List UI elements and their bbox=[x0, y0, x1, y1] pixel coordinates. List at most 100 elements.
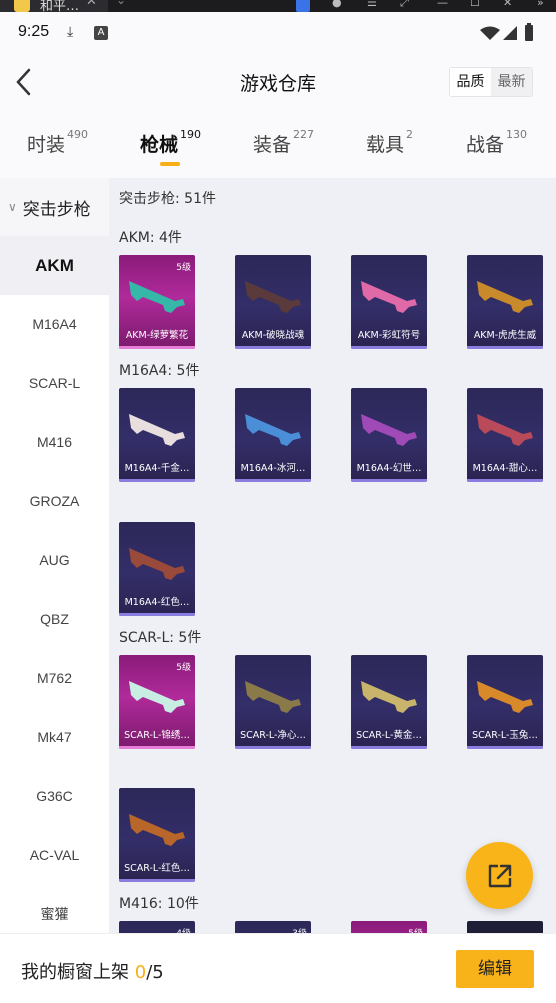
rarity-bar bbox=[119, 746, 195, 749]
group-title-m416: M416: 10件 bbox=[119, 896, 199, 912]
weapon-card[interactable]: M16A4-千金… bbox=[119, 388, 195, 482]
sidebar-item-mk47[interactable]: Mk47 bbox=[0, 708, 109, 767]
weapon-card[interactable]: 4级 bbox=[119, 921, 195, 933]
weapon-card[interactable]: SCAR-L-红色… bbox=[119, 788, 195, 882]
rifle-icon bbox=[129, 281, 185, 313]
chevron-down-icon[interactable]: ⌄ bbox=[116, 0, 126, 7]
sidebar-item-honey-badger[interactable]: 蜜獾 bbox=[0, 885, 109, 933]
rarity-bar bbox=[351, 346, 427, 349]
weapon-list: 突击步枪: 51件 AKM: 4件 5级 AKM-绿萝繁花 AKM-破晓战魂 A… bbox=[109, 178, 556, 933]
level-badge: 5级 bbox=[408, 926, 423, 933]
category-summary: 突击步枪: 51件 bbox=[119, 191, 216, 207]
sidebar-item-ac-val[interactable]: AC-VAL bbox=[0, 826, 109, 885]
weapon-name: M16A4-千金… bbox=[124, 463, 190, 474]
battery-icon bbox=[525, 23, 533, 41]
rifle-icon bbox=[361, 281, 417, 313]
weapon-name: AKM-破晓战魂 bbox=[241, 330, 305, 341]
weapon-card[interactable]: 3级 bbox=[235, 921, 311, 933]
showcase-total: /5 bbox=[146, 962, 164, 983]
weapon-card[interactable] bbox=[467, 921, 543, 933]
tab-label: 战备 bbox=[466, 134, 505, 156]
sort-toggle[interactable]: 品质 最新 bbox=[449, 67, 533, 97]
active-tab-indicator bbox=[160, 162, 180, 166]
share-button[interactable] bbox=[466, 842, 533, 909]
rarity-bar bbox=[235, 746, 311, 749]
bottom-bar: 我的橱窗上架 0/5 编辑 bbox=[0, 933, 556, 1003]
rarity-bar bbox=[467, 746, 543, 749]
tab-label: 装备 bbox=[253, 134, 292, 156]
weapon-card[interactable]: M16A4-甜心… bbox=[467, 388, 543, 482]
weapon-name: AKM-虎虎生威 bbox=[473, 330, 537, 341]
weapon-name: AKM-绿萝繁花 bbox=[125, 330, 189, 341]
tab-equipment[interactable]: 装备 227 bbox=[253, 128, 314, 157]
level-badge: 4级 bbox=[176, 926, 191, 933]
sidebar-item-akm[interactable]: AKM bbox=[0, 236, 109, 295]
weapon-card[interactable]: AKM-虎虎生威 bbox=[467, 255, 543, 349]
tab-count: 190 bbox=[180, 128, 202, 141]
sidebar-item-scar-l[interactable]: SCAR-L bbox=[0, 354, 109, 413]
weapon-card[interactable]: SCAR-L-玉兔… bbox=[467, 655, 543, 749]
sidebar-item-aug[interactable]: AUG bbox=[0, 531, 109, 590]
weapon-name: M16A4-红色… bbox=[124, 597, 190, 608]
signal-icon bbox=[503, 26, 517, 40]
rifle-icon bbox=[361, 414, 417, 446]
fullscreen-icon[interactable]: ⤢ bbox=[400, 0, 409, 10]
minimize-icon[interactable]: — bbox=[437, 0, 448, 9]
rifle-icon bbox=[129, 414, 185, 446]
sidebar-group-label: 突击步枪 bbox=[22, 199, 91, 220]
rarity-bar bbox=[235, 479, 311, 482]
weapon-name: AKM-彩虹符号 bbox=[357, 330, 421, 341]
weapon-name: SCAR-L-玉兔… bbox=[472, 730, 538, 741]
sidebar-item-m762[interactable]: M762 bbox=[0, 649, 109, 708]
sidebar-item-m416[interactable]: M416 bbox=[0, 413, 109, 472]
showcase-status: 我的橱窗上架 0/5 bbox=[21, 958, 164, 984]
level-badge: 5级 bbox=[176, 263, 191, 273]
tab-fashion[interactable]: 时装 490 bbox=[27, 128, 89, 157]
weapon-card[interactable]: AKM-彩虹符号 bbox=[351, 255, 427, 349]
rarity-bar bbox=[119, 613, 195, 616]
rarity-bar bbox=[467, 479, 543, 482]
weapon-card[interactable]: SCAR-L-净心… bbox=[235, 655, 311, 749]
share-external-icon bbox=[488, 864, 512, 888]
rarity-bar bbox=[119, 479, 195, 482]
status-bar: 9:25 ⤓ A bbox=[0, 12, 556, 52]
maximize-icon[interactable]: ☐ bbox=[470, 0, 480, 9]
sidebar-item-qbz[interactable]: QBZ bbox=[0, 590, 109, 649]
close-window-icon[interactable]: ✕ bbox=[503, 0, 512, 9]
arrow-icon[interactable] bbox=[296, 0, 310, 12]
expand-icon[interactable]: » bbox=[537, 0, 544, 9]
sidebar-item-m16a4[interactable]: M16A4 bbox=[0, 295, 109, 354]
tab-label: 枪械 bbox=[140, 134, 179, 156]
weapon-name: SCAR-L-锦绣… bbox=[124, 730, 190, 741]
weapon-name: SCAR-L-黄金… bbox=[356, 730, 422, 741]
rarity-bar bbox=[351, 746, 427, 749]
tab-battle-gear[interactable]: 战备 130 bbox=[466, 128, 527, 157]
close-icon[interactable]: ✕ bbox=[86, 0, 97, 9]
sidebar-group-assault-rifles[interactable]: ∨ 突击步枪 bbox=[0, 178, 109, 236]
weapon-card[interactable]: 5级 SCAR-L-锦绣… bbox=[119, 655, 195, 749]
weapon-card[interactable]: 5级 AKM-绿萝繁花 bbox=[119, 255, 195, 349]
sort-newest-option[interactable]: 最新 bbox=[491, 68, 532, 96]
group-title-m16a4: M16A4: 5件 bbox=[119, 363, 200, 379]
rifle-icon bbox=[245, 681, 301, 713]
tab-count: 490 bbox=[67, 128, 89, 141]
weapon-name: M16A4-冰河… bbox=[240, 463, 306, 474]
weapon-card[interactable]: AKM-破晓战魂 bbox=[235, 255, 311, 349]
weapon-card[interactable]: M16A4-红色… bbox=[119, 522, 195, 616]
showcase-label: 我的橱窗上架 bbox=[21, 962, 129, 983]
menu-icon[interactable]: ☰ bbox=[367, 0, 377, 9]
tab-title: 和平… bbox=[40, 0, 80, 12]
edit-button[interactable]: 编辑 bbox=[456, 950, 534, 988]
sidebar-item-g36c[interactable]: G36C bbox=[0, 767, 109, 826]
window-tab[interactable]: 和平… ✕ bbox=[0, 0, 108, 12]
sort-quality-option[interactable]: 品质 bbox=[450, 68, 491, 96]
user-icon[interactable]: ● bbox=[332, 0, 342, 9]
weapon-name: M16A4-幻世… bbox=[356, 463, 422, 474]
weapon-card[interactable]: M16A4-冰河… bbox=[235, 388, 311, 482]
sidebar-item-groza[interactable]: GROZA bbox=[0, 472, 109, 531]
weapon-card[interactable]: SCAR-L-黄金… bbox=[351, 655, 427, 749]
weapon-card[interactable]: M16A4-幻世… bbox=[351, 388, 427, 482]
tab-vehicles[interactable]: 载具 2 bbox=[366, 128, 413, 157]
weapon-card[interactable]: 5级 bbox=[351, 921, 427, 933]
tab-guns[interactable]: 枪械 190 bbox=[140, 128, 202, 157]
